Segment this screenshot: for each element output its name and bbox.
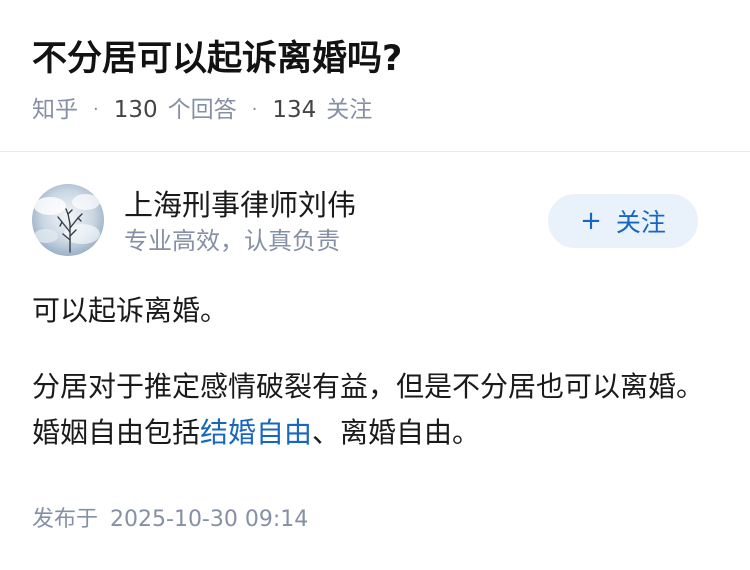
tree-in-clouds-avatar-icon [32,184,104,256]
answer-count: 130 [113,97,158,123]
source-label[interactable]: 知乎 [32,94,78,126]
question-header: 不分居可以起诉离婚吗? 知乎 · 130 个回答 · 134 关注 [0,0,750,152]
question-meta: 知乎 · 130 个回答 · 134 关注 [32,94,372,126]
follow-button[interactable]: + 关注 [548,194,698,248]
question-title[interactable]: 不分居可以起诉离婚吗? [32,36,402,82]
answer-text: 、离婚自由。 [312,416,481,449]
author-card: 上海刑事律师刘伟 专业高效，认真负责 + 关注 [32,184,718,260]
follow-button-label: 关注 [615,208,666,237]
avatar[interactable] [32,184,104,256]
follower-count: 134 [272,97,317,123]
publish-info: 发布于 2025-10-30 09:14 [32,504,308,536]
publish-label: 发布于 [32,507,99,532]
answer-paragraph: 分居对于推定感情破裂有益，但是不分居也可以离婚。婚姻自由包括结婚自由、离婚自由。 [32,364,722,456]
follower-count-label[interactable]: 关注 [326,94,372,126]
separator-dot: · [93,99,99,120]
author-bio: 专业高效，认真负责 [124,227,340,255]
answer-content: 可以起诉离婚。 分居对于推定感情破裂有益，但是不分居也可以离婚。婚姻自由包括结婚… [32,288,722,486]
answer-link[interactable]: 结婚自由 [200,416,312,449]
publish-date: 2025-10-30 09:14 [110,507,309,532]
author-name[interactable]: 上海刑事律师刘伟 [124,186,356,224]
separator-dot: · [251,99,258,120]
answer-paragraph: 可以起诉离婚。 [32,294,229,327]
answer-count-label[interactable]: 个回答 [168,94,237,126]
plus-icon: + [580,206,602,236]
